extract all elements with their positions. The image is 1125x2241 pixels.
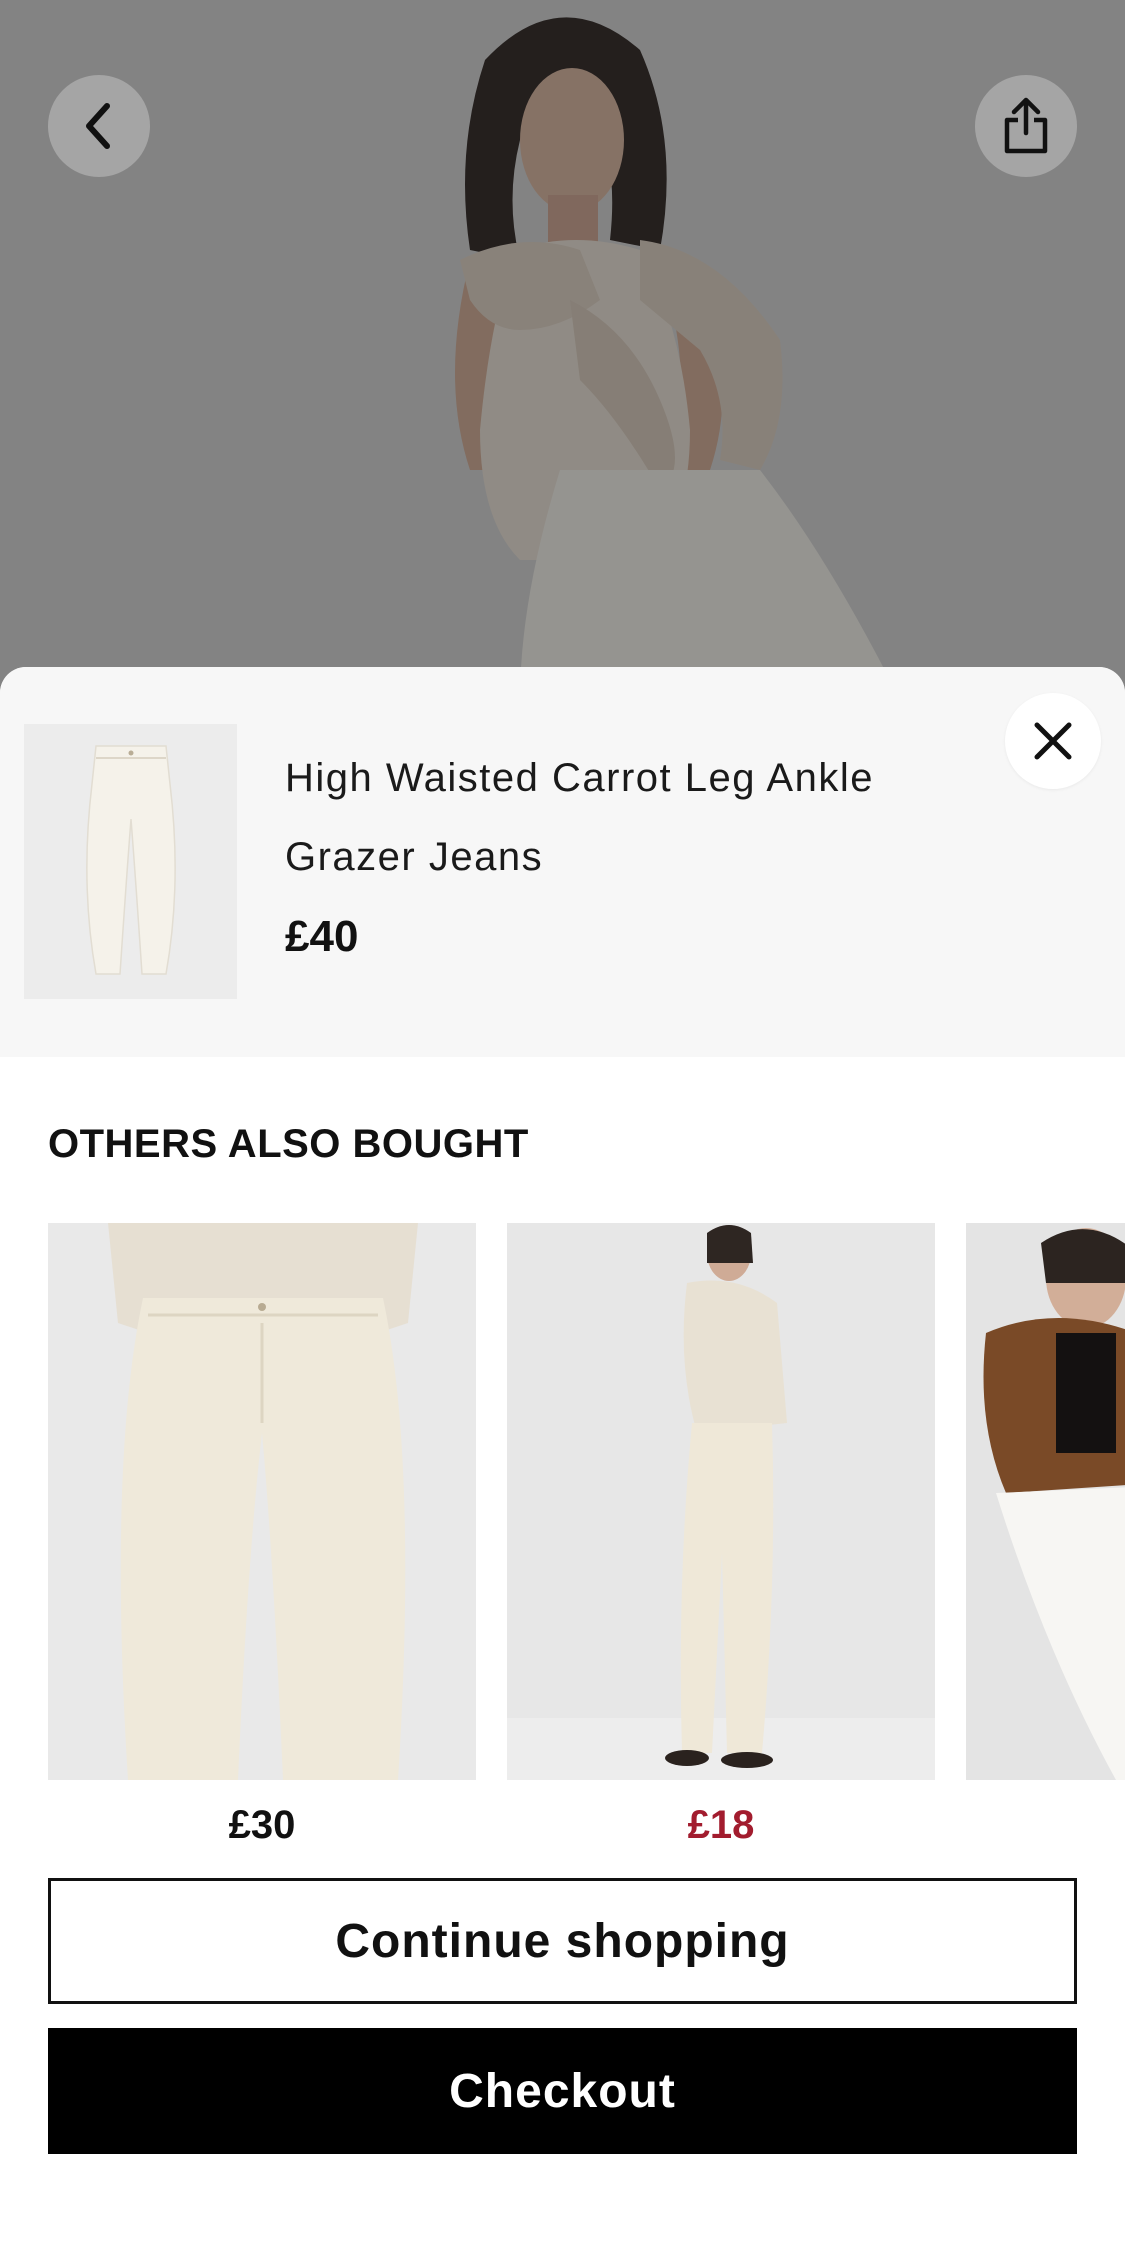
share-button[interactable]: [975, 75, 1077, 177]
added-item-thumbnail: [24, 724, 237, 999]
share-icon: [1004, 97, 1048, 154]
product-image[interactable]: [966, 1223, 1125, 1780]
close-icon: [1034, 722, 1072, 760]
recommendations-carousel[interactable]: £30 £18: [0, 1223, 1125, 1863]
others-also-bought-heading: OTHERS ALSO BOUGHT: [48, 1122, 529, 1166]
added-item-title: High Waisted Carrot Leg Ankle Grazer Jea…: [285, 756, 874, 879]
continue-shopping-button[interactable]: Continue shopping: [48, 1878, 1077, 2004]
cream-barrel-jeans-photo: [48, 1223, 476, 1780]
jeans-image: [24, 724, 237, 999]
side-view-jeans-photo: [507, 1223, 935, 1780]
back-button[interactable]: [48, 75, 150, 177]
checkout-button[interactable]: Checkout: [48, 2028, 1077, 2154]
product-price: £30: [228, 1803, 296, 1847]
added-item-price: £40: [285, 912, 359, 961]
product-image[interactable]: [48, 1223, 476, 1780]
recommendation-card[interactable]: £30: [48, 1223, 476, 1847]
product-price: £18: [687, 1803, 755, 1847]
close-button[interactable]: [1005, 693, 1101, 789]
product-image[interactable]: [507, 1223, 935, 1780]
added-to-bag-sheet: High Waisted Carrot Leg Ankle Grazer Jea…: [0, 667, 1125, 2241]
recommendation-card[interactable]: £18: [507, 1223, 935, 1847]
product-hero-image: [0, 0, 1125, 700]
chevron-left-icon: [86, 103, 110, 149]
recommendation-card[interactable]: [966, 1223, 1125, 1843]
modal-overlay[interactable]: [0, 0, 1125, 700]
seated-model-photo: [966, 1223, 1125, 1780]
added-item-panel: High Waisted Carrot Leg Ankle Grazer Jea…: [0, 667, 1125, 1057]
basket-confirmation-screen: High Waisted Carrot Leg Ankle Grazer Jea…: [0, 0, 1125, 2241]
